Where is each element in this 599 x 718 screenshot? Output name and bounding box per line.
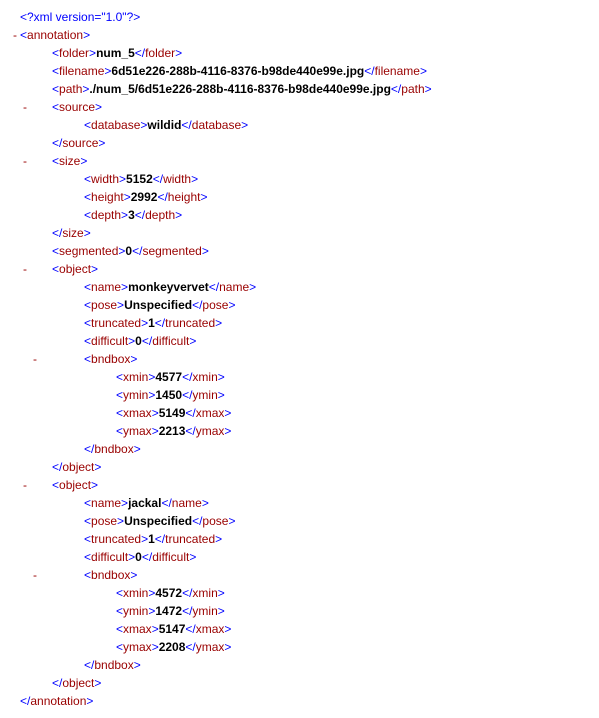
object1-xmax: 5149 bbox=[159, 406, 186, 420]
object1-xmin: 4577 bbox=[155, 370, 182, 384]
collapse-toggle[interactable]: - bbox=[30, 566, 40, 584]
collapse-toggle[interactable]: - bbox=[20, 152, 30, 170]
object2-ymin: 1472 bbox=[155, 604, 182, 618]
collapse-toggle[interactable]: - bbox=[20, 98, 30, 116]
object1-pose: Unspecified bbox=[124, 298, 192, 312]
object2-ymax: 2208 bbox=[159, 640, 186, 654]
path-value: ./num_5/6d51e226-288b-4116-8376-b98de440… bbox=[89, 82, 391, 96]
object1-difficult: 0 bbox=[135, 334, 142, 348]
collapse-toggle[interactable]: - bbox=[10, 26, 20, 44]
filename-value: 6d51e226-288b-4116-8376-b98de440e99e.jpg bbox=[111, 64, 364, 78]
object1-truncated: 1 bbox=[148, 316, 155, 330]
object1-ymin: 1450 bbox=[155, 388, 182, 402]
object2-difficult: 0 bbox=[135, 550, 142, 564]
collapse-toggle[interactable]: - bbox=[30, 350, 40, 368]
height-value: 2992 bbox=[131, 190, 158, 204]
object1-ymax: 2213 bbox=[159, 424, 186, 438]
database-value: wildid bbox=[147, 118, 181, 132]
width-value: 5152 bbox=[126, 172, 153, 186]
xml-declaration: <?xml version="1.0"?> bbox=[20, 10, 140, 24]
object2-name: jackal bbox=[128, 496, 161, 510]
object2-pose: Unspecified bbox=[124, 514, 192, 528]
folder-value: num_5 bbox=[96, 46, 135, 60]
object2-xmax: 5147 bbox=[159, 622, 186, 636]
object2-xmin: 4572 bbox=[155, 586, 182, 600]
annotation-open: annotation bbox=[27, 28, 83, 42]
collapse-toggle[interactable]: - bbox=[20, 476, 30, 494]
annotation-close: annotation bbox=[30, 694, 86, 708]
xml-tree: <?xml version="1.0"?> -<annotation> <fol… bbox=[10, 8, 589, 710]
collapse-toggle[interactable]: - bbox=[20, 260, 30, 278]
object1-name: monkeyvervet bbox=[128, 280, 209, 294]
depth-value: 3 bbox=[128, 208, 135, 222]
object2-truncated: 1 bbox=[148, 532, 155, 546]
